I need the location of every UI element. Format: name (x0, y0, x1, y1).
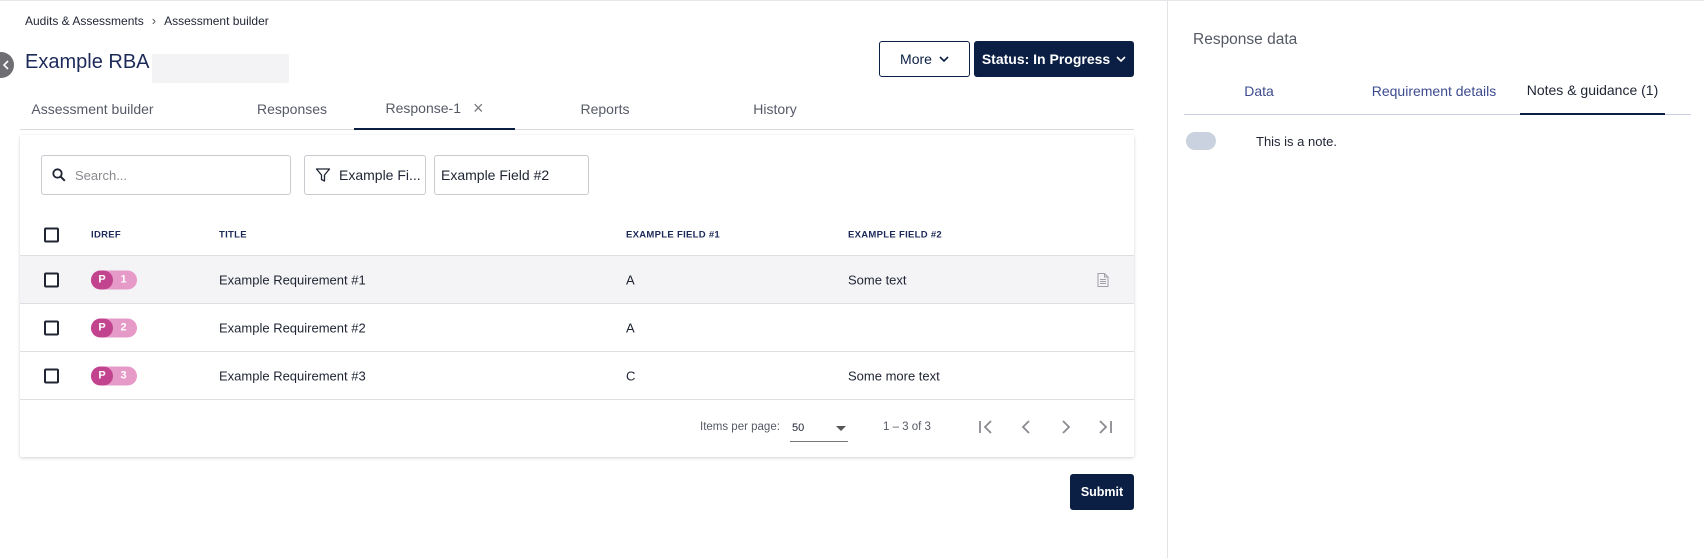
chevron-down-icon (1116, 55, 1126, 62)
tab-label: Response-1 (385, 99, 461, 116)
paginator: Items per page: 50 1 – 3 of 3 (20, 399, 1134, 457)
response-data-panel: Response data Data Requirement details N… (1167, 1, 1704, 558)
row-field2: Some text (848, 272, 907, 287)
items-per-page-select[interactable]: 50 (790, 414, 848, 442)
tab-label: Responses (256, 100, 328, 117)
tab-label: Assessment builder (31, 100, 154, 117)
badge-number: 2 (120, 321, 127, 334)
row-checkbox[interactable] (44, 320, 59, 335)
badge-prefix: P (91, 318, 113, 337)
idref-badge: P 1 (91, 270, 137, 289)
column-field2[interactable]: EXAMPLE FIELD #2 (848, 230, 942, 241)
note-text: This is a note. (1256, 134, 1337, 149)
app-root: Audits & Assessments › Assessment builde… (0, 0, 1704, 558)
status-label: Status: In Progress (981, 51, 1111, 67)
badge-prefix: P (91, 270, 113, 289)
badge-number: 3 (120, 369, 127, 382)
row-title: Example Requirement #2 (219, 320, 366, 335)
tab-response-1[interactable]: Response-1 × (354, 87, 515, 130)
tab-reports[interactable]: Reports (550, 87, 660, 130)
requirements-card: Example Fi... Example Field #2 IDREF TIT… (20, 135, 1134, 457)
tab-history[interactable]: History (710, 87, 840, 130)
first-page-icon[interactable] (976, 417, 996, 437)
status-button[interactable]: Status: In Progress (974, 41, 1134, 77)
tab-notes-guidance[interactable]: Notes & guidance (1) (1520, 67, 1665, 115)
tab-label: History (753, 100, 797, 117)
tab-data[interactable]: Data (1184, 67, 1334, 115)
caret-down-icon (836, 426, 846, 431)
page-range: 1 – 3 of 3 (883, 421, 931, 433)
panel-tabs: Data Requirement details Notes & guidanc… (1184, 67, 1691, 115)
breadcrumb-current: Assessment builder (164, 13, 269, 28)
tab-label: Reports (580, 100, 630, 117)
row-checkbox[interactable] (44, 368, 59, 383)
breadcrumb: Audits & Assessments › Assessment builde… (25, 13, 269, 28)
column-idref[interactable]: IDREF (91, 230, 121, 241)
row-title: Example Requirement #1 (219, 272, 366, 287)
table-row[interactable]: P 2 Example Requirement #2 A (20, 303, 1134, 351)
idref-badge: P 3 (91, 366, 137, 385)
items-per-page-value: 50 (792, 422, 805, 434)
chevron-left-icon (2, 60, 9, 70)
badge-prefix: P (91, 366, 113, 385)
row-field1: C (626, 368, 636, 383)
more-label: More (900, 51, 932, 67)
last-page-icon[interactable] (1095, 417, 1115, 437)
field-filter-input[interactable]: Example Field #2 (434, 155, 589, 195)
tab-requirement-details[interactable]: Requirement details (1334, 67, 1534, 115)
row-field1: A (626, 320, 635, 335)
row-field1: A (626, 272, 635, 287)
select-all-checkbox[interactable] (44, 227, 59, 243)
row-checkbox[interactable] (44, 272, 59, 287)
main-tabs: Assessment builder Responses Response-1 … (20, 87, 1134, 130)
document-icon[interactable] (1097, 272, 1109, 287)
column-title[interactable]: TITLE (219, 230, 247, 241)
note-toggle[interactable] (1186, 132, 1216, 150)
filter-icon (315, 168, 331, 182)
table-row[interactable]: P 1 Example Requirement #1 A Some text (20, 255, 1134, 303)
page-title: Example RBA (25, 51, 150, 73)
chevron-right-icon: › (151, 13, 157, 28)
next-page-icon[interactable] (1056, 417, 1076, 437)
submit-button[interactable]: Submit (1070, 474, 1134, 510)
search-box (41, 155, 291, 195)
title-placeholder (152, 54, 289, 83)
row-title: Example Requirement #3 (219, 368, 366, 383)
close-tab-icon[interactable]: × (473, 99, 484, 117)
chevron-down-icon (939, 55, 949, 62)
table-header: IDREF TITLE EXAMPLE FIELD #1 EXAMPLE FIE… (20, 215, 1134, 255)
breadcrumb-audits-link[interactable]: Audits & Assessments (25, 14, 144, 28)
tab-responses[interactable]: Responses (232, 87, 352, 130)
panel-title: Response data (1193, 31, 1298, 48)
more-button[interactable]: More (879, 41, 970, 77)
column-field1[interactable]: EXAMPLE FIELD #1 (626, 230, 720, 241)
tab-label: Data (1244, 83, 1274, 99)
field-filter-value: Example Field #2 (441, 167, 550, 183)
back-button[interactable] (0, 52, 14, 78)
items-per-page-label: Items per page: (700, 421, 780, 433)
row-field2: Some more text (848, 368, 940, 383)
tab-assessment-builder[interactable]: Assessment builder (20, 87, 165, 130)
tab-label: Notes & guidance (1) (1526, 82, 1659, 98)
table-row[interactable]: P 3 Example Requirement #3 C Some more t… (20, 351, 1134, 399)
idref-badge: P 2 (91, 318, 137, 337)
badge-number: 1 (120, 273, 127, 286)
tab-label: Requirement details (1371, 83, 1497, 99)
filter-button[interactable]: Example Fi... (304, 155, 426, 195)
search-icon (52, 168, 66, 182)
previous-page-icon[interactable] (1016, 417, 1036, 437)
search-input[interactable] (75, 167, 275, 183)
filter-label: Example Fi... (339, 167, 421, 183)
